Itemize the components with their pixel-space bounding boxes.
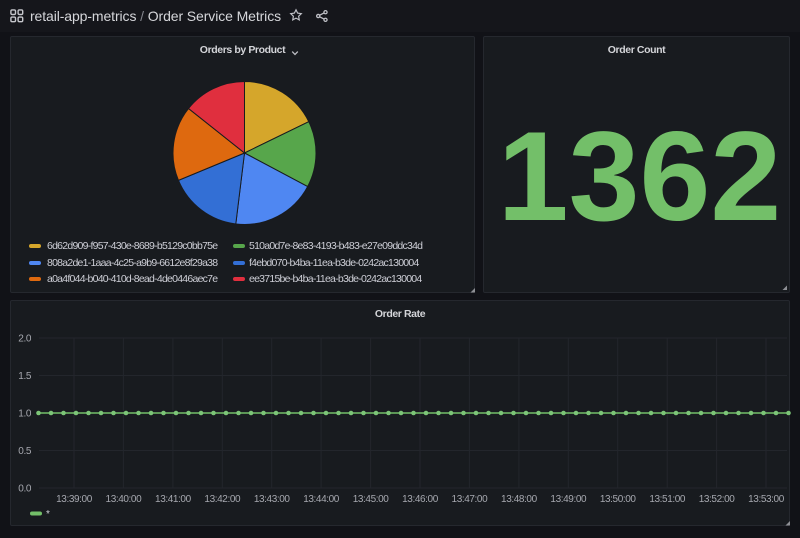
svg-text:13:53:00: 13:53:00 bbox=[748, 494, 785, 505]
svg-text:13:46:00: 13:46:00 bbox=[402, 494, 439, 505]
svg-text:13:40:00: 13:40:00 bbox=[106, 494, 143, 505]
svg-text:13:49:00: 13:49:00 bbox=[550, 494, 587, 505]
svg-text:13:51:00: 13:51:00 bbox=[649, 494, 686, 505]
svg-text:2.0: 2.0 bbox=[18, 334, 32, 345]
svg-text:*: * bbox=[46, 509, 50, 520]
svg-text:13:39:00: 13:39:00 bbox=[56, 494, 93, 505]
svg-text:13:50:00: 13:50:00 bbox=[600, 494, 637, 505]
svg-text:13:52:00: 13:52:00 bbox=[699, 494, 736, 505]
svg-text:13:47:00: 13:47:00 bbox=[452, 494, 489, 505]
svg-text:13:48:00: 13:48:00 bbox=[501, 494, 538, 505]
svg-text:13:45:00: 13:45:00 bbox=[353, 494, 390, 505]
svg-text:1.0: 1.0 bbox=[18, 409, 32, 420]
svg-text:1.5: 1.5 bbox=[18, 371, 32, 382]
svg-text:13:44:00: 13:44:00 bbox=[303, 494, 340, 505]
svg-text:0.0: 0.0 bbox=[18, 484, 32, 495]
svg-text:13:43:00: 13:43:00 bbox=[254, 494, 291, 505]
svg-text:0.5: 0.5 bbox=[18, 446, 32, 457]
svg-text:13:42:00: 13:42:00 bbox=[204, 494, 241, 505]
svg-text:13:41:00: 13:41:00 bbox=[155, 494, 192, 505]
